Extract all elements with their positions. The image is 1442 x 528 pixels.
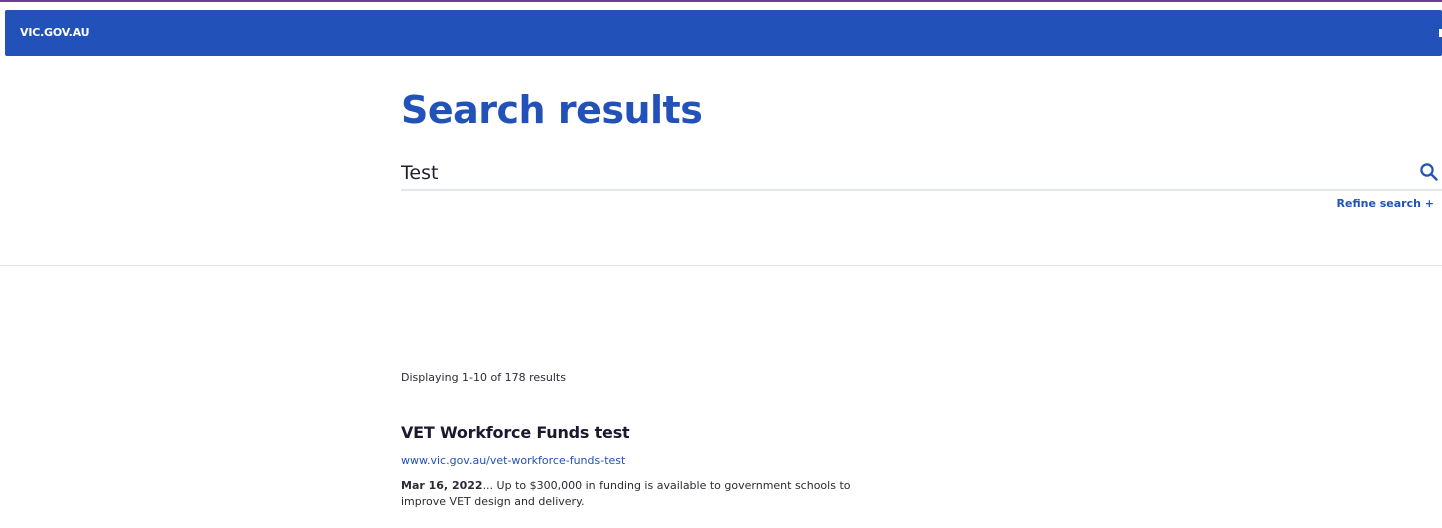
result-title-link[interactable]: VET Workforce Funds test	[401, 423, 871, 442]
search-icon	[1420, 163, 1438, 181]
refine-search-link[interactable]: Refine search +	[1337, 197, 1434, 210]
search-bar	[401, 159, 1442, 191]
site-logo-link[interactable]: VIC.GOV.AU	[20, 26, 90, 39]
top-accent-stripe	[0, 0, 1442, 2]
result-snippet: Mar 16, 2022... Up to $300,000 in fundin…	[401, 478, 871, 510]
results-count: Displaying 1-10 of 178 results	[401, 371, 566, 384]
search-result-item: VET Workforce Funds test www.vic.gov.au/…	[401, 423, 871, 510]
search-button[interactable]	[1418, 162, 1440, 184]
page-title: Search results	[401, 88, 703, 132]
search-input[interactable]	[401, 159, 1391, 187]
result-url-link[interactable]: www.vic.gov.au/vet-workforce-funds-test	[401, 454, 871, 467]
section-divider	[0, 265, 1442, 266]
site-header: VIC.GOV.AU	[5, 10, 1442, 56]
result-date: Mar 16, 2022	[401, 479, 483, 492]
